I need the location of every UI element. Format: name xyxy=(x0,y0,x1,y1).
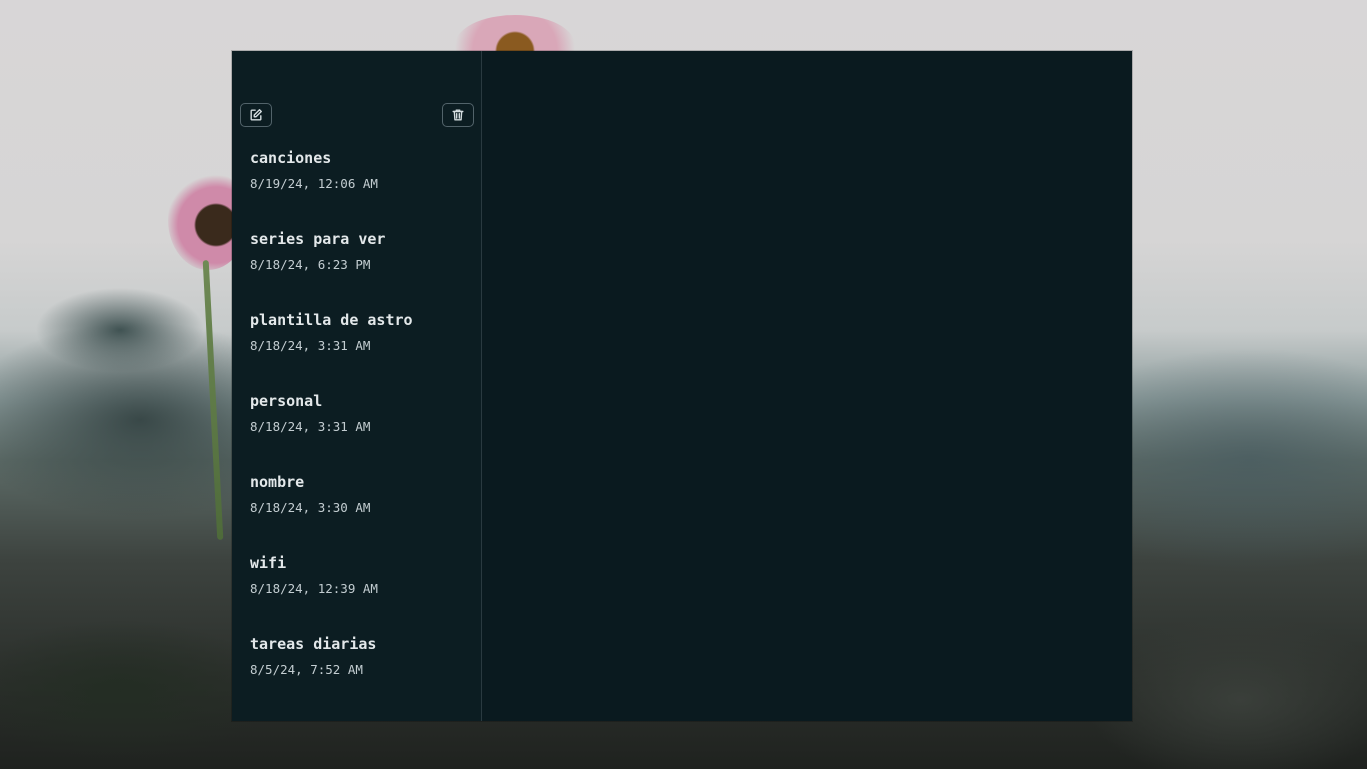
background-stem xyxy=(202,260,224,540)
note-title: tareas diarias xyxy=(250,635,377,653)
edit-note-icon xyxy=(250,109,262,121)
note-item[interactable]: nombre 8/18/24, 3:30 AM xyxy=(232,472,481,553)
new-note-button[interactable] xyxy=(240,103,272,127)
note-date: 8/19/24, 12:06 AM xyxy=(250,176,378,191)
note-item[interactable]: tareas diarias 8/5/24, 7:52 AM xyxy=(232,634,481,715)
notes-sidebar: canciones 8/19/24, 12:06 AM series para … xyxy=(232,51,482,721)
note-item[interactable]: series para ver 8/18/24, 6:23 PM xyxy=(232,229,481,310)
note-item[interactable]: personal 8/18/24, 3:31 AM xyxy=(232,391,481,472)
note-title: wifi xyxy=(250,554,287,572)
note-item[interactable]: canciones 8/19/24, 12:06 AM xyxy=(232,148,481,229)
note-editor-pane[interactable] xyxy=(482,51,1132,721)
notes-app-window: canciones 8/19/24, 12:06 AM series para … xyxy=(232,51,1132,721)
trash-icon xyxy=(452,109,464,121)
note-date: 8/18/24, 6:23 PM xyxy=(250,257,371,272)
note-date: 8/5/24, 7:52 AM xyxy=(250,662,363,677)
sidebar-toolbar xyxy=(240,103,474,129)
note-date: 8/18/24, 3:31 AM xyxy=(250,338,371,353)
notes-list: canciones 8/19/24, 12:06 AM series para … xyxy=(232,148,481,715)
delete-note-button[interactable] xyxy=(442,103,474,127)
note-title: canciones xyxy=(250,149,332,167)
note-title: personal xyxy=(250,392,323,410)
note-item[interactable]: wifi 8/18/24, 12:39 AM xyxy=(232,553,481,634)
note-title: nombre xyxy=(250,473,305,491)
note-title: plantilla de astro xyxy=(250,311,413,329)
note-date: 8/18/24, 3:30 AM xyxy=(250,500,371,515)
note-item[interactable]: plantilla de astro 8/18/24, 3:31 AM xyxy=(232,310,481,391)
note-date: 8/18/24, 12:39 AM xyxy=(250,581,378,596)
note-date: 8/18/24, 3:31 AM xyxy=(250,419,371,434)
note-title: series para ver xyxy=(250,230,386,248)
